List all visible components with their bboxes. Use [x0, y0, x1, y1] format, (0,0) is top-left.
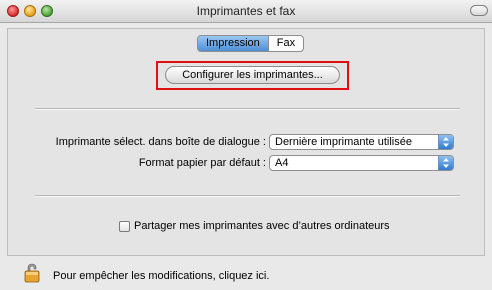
share-printers-checkbox[interactable] [119, 220, 130, 232]
paper-format-label: Format papier par défaut : [138, 157, 266, 169]
window-title: Imprimantes et fax [196, 4, 296, 18]
configure-printers-button[interactable]: Configurer les imprimantes... [165, 66, 340, 84]
lock-icon[interactable] [24, 263, 40, 283]
paper-format-popup[interactable]: A4 [269, 155, 454, 171]
dialog-printer-value: Dernière imprimante utilisée [275, 136, 412, 148]
lock-instruction-text: Pour empêcher les modifications, cliquez… [53, 270, 270, 282]
dialog-printer-popup[interactable]: Dernière imprimante utilisée [269, 134, 454, 150]
popup-arrows-icon [438, 156, 453, 170]
popup-arrows-icon [438, 135, 453, 149]
toolbar-toggle-button[interactable] [470, 5, 488, 16]
share-printers-label: Partager mes imprimantes avec d’autres o… [134, 220, 390, 232]
dialog-printer-label: Imprimante sélect. dans boîte de dialogu… [55, 136, 266, 148]
paper-format-value: A4 [275, 157, 289, 169]
share-printers-row[interactable]: Partager mes imprimantes avec d’autres o… [119, 219, 390, 233]
preferences-window: Imprimantes et fax Impression Fax Config… [0, 0, 492, 290]
separator-bottom [35, 195, 460, 196]
tab-bar: Impression Fax [197, 35, 305, 52]
title-bar[interactable]: Imprimantes et fax [0, 0, 492, 23]
tab-fax[interactable]: Fax [269, 36, 303, 51]
separator-top [35, 108, 460, 109]
tab-impression[interactable]: Impression [198, 36, 269, 51]
